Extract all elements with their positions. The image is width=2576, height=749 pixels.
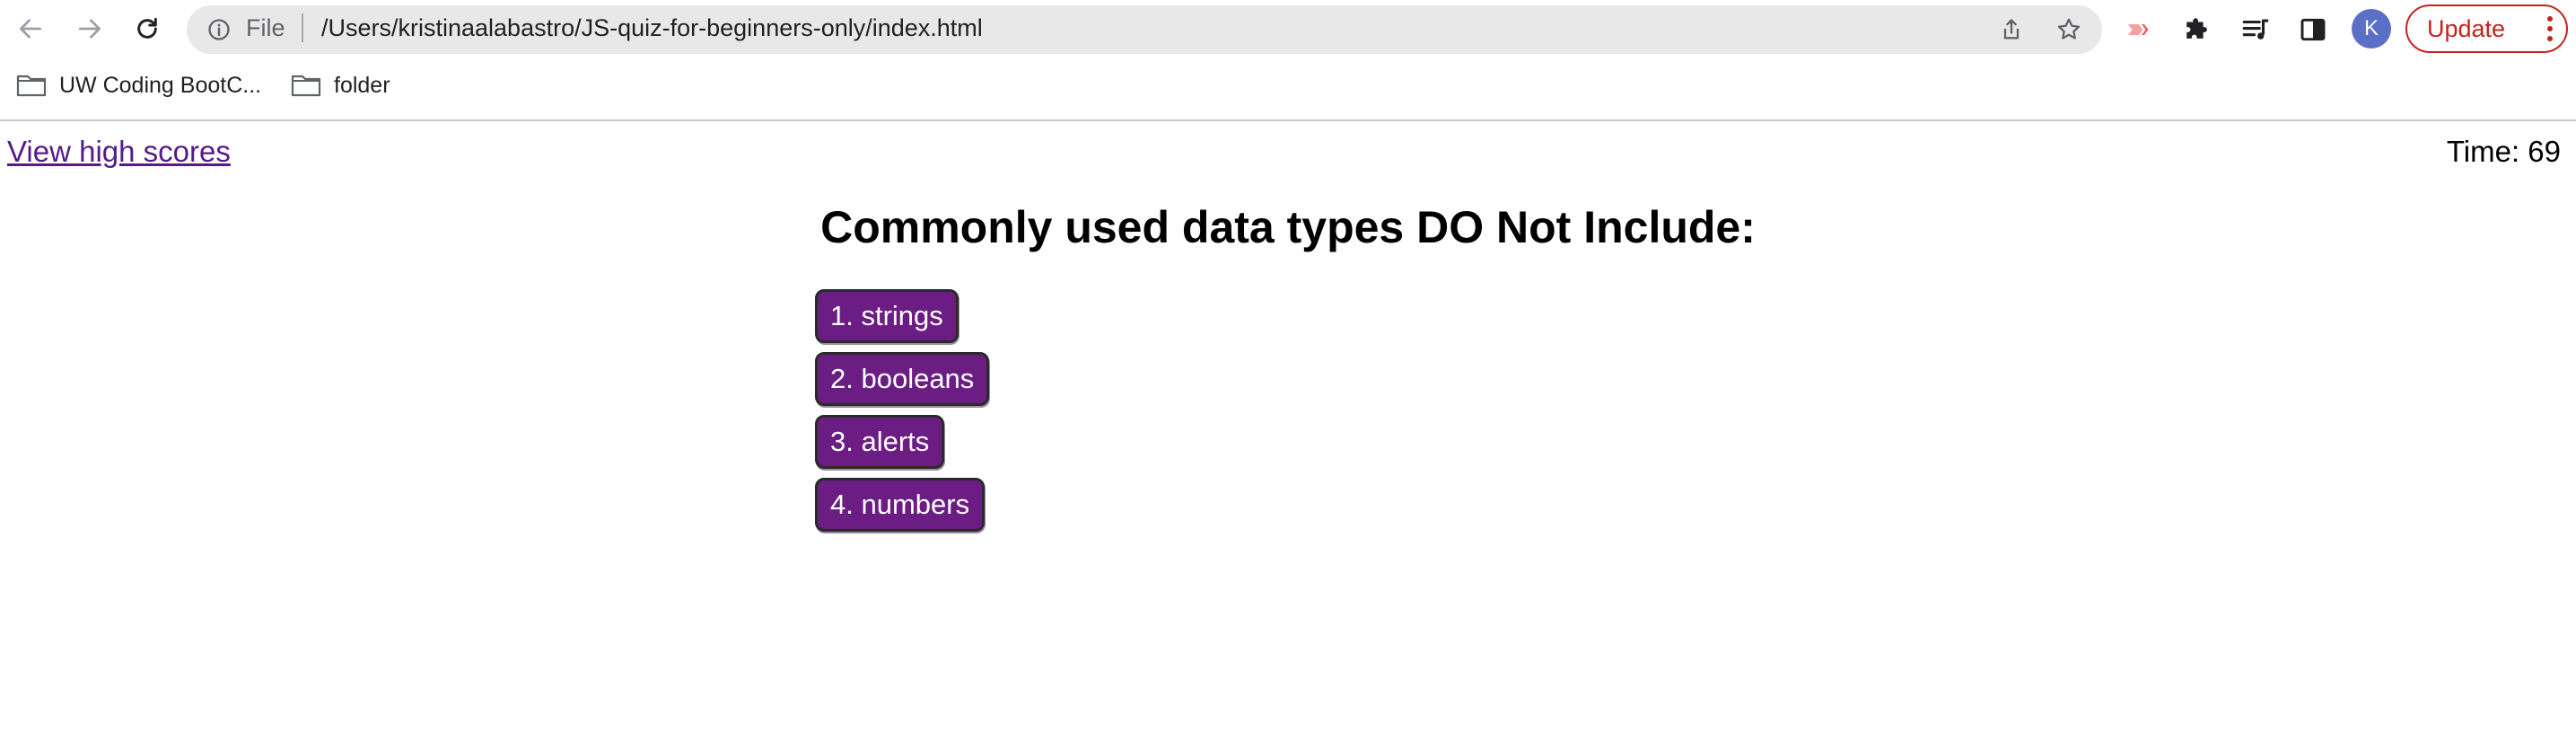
answer-list: 1. strings 2. booleans 3. alerts 4. numb…: [815, 289, 990, 541]
reading-list-icon: [2242, 19, 2269, 40]
view-high-scores-link[interactable]: View high scores: [7, 135, 231, 169]
profile-avatar[interactable]: K: [2352, 9, 2391, 48]
forward-button[interactable]: [72, 11, 108, 47]
bookmark-label: UW Coding BootC...: [59, 72, 262, 98]
info-icon: [208, 19, 230, 40]
more-vertical-icon: [2546, 16, 2554, 41]
question-title: Commonly used data types DO Not Include:: [820, 202, 1756, 252]
share-button[interactable]: [1994, 13, 2028, 47]
timer-display: Time: 69: [2446, 135, 2561, 168]
bookmark-uw-coding-bootcamp[interactable]: UW Coding BootC...: [16, 67, 261, 103]
answer-button-4[interactable]: 4. numbers: [815, 478, 986, 532]
extension-icon: [2128, 24, 2149, 35]
omnibox-divider: [302, 13, 303, 42]
reload-button[interactable]: [129, 11, 165, 47]
folder-icon: [291, 75, 321, 97]
update-label: Update: [2427, 14, 2506, 42]
answer-button-2[interactable]: 2. booleans: [815, 352, 990, 406]
arrow-right-icon: [79, 19, 101, 39]
bookmark-folder[interactable]: folder: [291, 67, 390, 103]
avatar-initial: K: [2363, 16, 2379, 40]
arrow-left-icon: [20, 19, 41, 39]
share-icon: [2003, 19, 2020, 40]
side-panel-icon: [2300, 18, 2326, 41]
bookmark-star-button[interactable]: [2052, 13, 2086, 47]
star-icon: [2057, 18, 2081, 40]
answer-button-1[interactable]: 1. strings: [815, 289, 959, 343]
puzzle-icon: [2186, 18, 2207, 39]
update-button[interactable]: Update: [2405, 4, 2568, 53]
url-scheme-label: File: [246, 14, 285, 41]
side-panel-button[interactable]: [2294, 11, 2332, 48]
reading-list-button[interactable]: [2237, 11, 2274, 48]
reload-icon: [137, 17, 157, 39]
extensions-button[interactable]: [2179, 11, 2217, 48]
folder-icon: [16, 75, 47, 97]
site-info-button[interactable]: [203, 13, 235, 46]
browser-chrome: File /Users/kristinaalabastro/JS-quiz-fo…: [0, 0, 2576, 121]
extension-button-red[interactable]: [2120, 11, 2158, 48]
answer-button-3[interactable]: 3. alerts: [815, 415, 945, 469]
url-text[interactable]: /Users/kristinaalabastro/JS-quiz-for-beg…: [321, 13, 983, 43]
quiz-page: View high scores Time: 69 Commonly used …: [0, 121, 2576, 749]
bookmark-label: folder: [334, 72, 390, 98]
back-button[interactable]: [13, 11, 48, 47]
